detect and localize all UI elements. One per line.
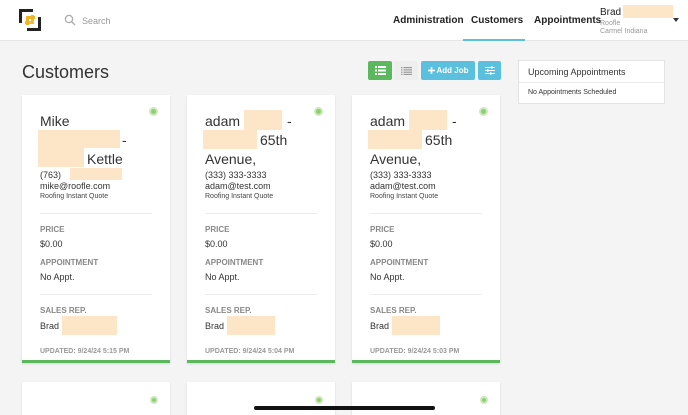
customer-address-line: Kettle — [87, 151, 123, 167]
roofle-logo[interactable] — [17, 7, 43, 33]
nav-administration[interactable]: Administration — [393, 15, 464, 26]
status-dot-icon — [480, 396, 488, 404]
grid-view-button[interactable] — [368, 61, 392, 80]
status-dot-icon — [479, 107, 488, 116]
user-name[interactable]: Brad — [600, 7, 621, 18]
redacted-rep-surname — [227, 316, 275, 335]
customer-email[interactable]: adam@test.com — [370, 181, 436, 191]
redacted-user-surname — [623, 5, 673, 18]
active-tab-underline — [463, 39, 525, 41]
divider — [519, 82, 664, 83]
user-company: Roofle — [600, 20, 621, 27]
customer-name-first: adam — [370, 113, 406, 129]
lead-source: Roofing Instant Quote — [205, 193, 274, 200]
customer-name-dash: - — [122, 132, 127, 148]
divider — [40, 294, 152, 295]
search-input[interactable] — [82, 13, 222, 28]
customer-card[interactable] — [352, 382, 500, 415]
appointment-value: No Appt. — [40, 272, 75, 282]
status-dot-icon — [149, 107, 158, 116]
price-label: PRICE — [40, 225, 65, 234]
customer-phone: (333) 333-3333 — [370, 170, 432, 180]
search-icon — [64, 14, 76, 26]
redacted-name — [409, 110, 447, 130]
customer-phone: (763) — [40, 170, 62, 180]
customer-name-first: adam — [205, 113, 241, 129]
sales-rep-name: Brad — [205, 321, 225, 331]
user-location: Carmel Indiana — [600, 28, 648, 35]
add-job-button[interactable]: Add Job — [421, 61, 475, 80]
updated-timestamp: UPDATED: 9/24/24 5:04 PM — [205, 348, 295, 355]
list-view-icon — [400, 66, 412, 75]
price-label: PRICE — [370, 225, 395, 234]
customer-card[interactable] — [22, 382, 170, 415]
customer-email[interactable]: mike@roofle.com — [40, 181, 110, 191]
sales-rep-label: SALES REP. — [205, 306, 252, 315]
appointment-label: APPOINTMENT — [40, 258, 99, 267]
redacted-rep-surname — [392, 316, 440, 335]
upcoming-appointments-title: Upcoming Appointments — [528, 67, 626, 77]
customer-card[interactable]: Mike - Kettle (763) mike@roofle.com Roof… — [22, 95, 170, 363]
redacted-address — [203, 130, 257, 149]
nav-customers[interactable]: Customers — [471, 15, 523, 26]
customer-address-street: 65th — [425, 132, 453, 148]
lead-source: Roofing Instant Quote — [40, 193, 109, 200]
customer-phone: (333) 333-3333 — [205, 170, 267, 180]
redacted-name — [244, 110, 282, 130]
sales-rep-label: SALES REP. — [370, 306, 417, 315]
customer-email[interactable]: adam@test.com — [205, 181, 271, 191]
customer-address-street: 65th — [260, 132, 288, 148]
price-label: PRICE — [205, 225, 230, 234]
top-bar: Administration Customers Appointments Br… — [0, 0, 688, 41]
customer-name-dash: - — [452, 113, 457, 129]
price-value: $0.00 — [205, 239, 228, 249]
customer-name-dash: - — [287, 113, 292, 129]
sales-rep-name: Brad — [40, 321, 60, 331]
status-dot-icon — [150, 396, 158, 404]
add-job-label: Add Job — [436, 66, 469, 75]
list-view-button[interactable] — [394, 61, 418, 80]
divider — [40, 213, 152, 214]
upcoming-appointments-panel: Upcoming Appointments No Appointments Sc… — [518, 60, 665, 104]
customer-address-line: Avenue, — [370, 151, 422, 167]
redacted-address — [38, 148, 84, 167]
divider — [370, 294, 482, 295]
customer-address-line: Avenue, — [205, 151, 257, 167]
appointment-value: No Appt. — [205, 272, 240, 282]
price-value: $0.00 — [370, 239, 393, 249]
no-appointments-message: No Appointments Scheduled — [528, 89, 617, 96]
redacted-name — [38, 130, 120, 148]
customer-card[interactable] — [187, 382, 335, 415]
sales-rep-name: Brad — [370, 321, 390, 331]
customer-name-first: Mike — [40, 113, 70, 129]
filter-button[interactable] — [478, 61, 501, 80]
redacted-address — [368, 130, 422, 149]
divider — [205, 294, 317, 295]
grid-view-icon — [374, 66, 386, 75]
status-dot-icon — [315, 396, 323, 404]
updated-timestamp: UPDATED: 9/24/24 5:15 PM — [40, 348, 130, 355]
home-indicator[interactable] — [254, 406, 435, 410]
divider — [370, 213, 482, 214]
redacted-rep-surname — [62, 316, 117, 335]
redacted-phone — [70, 168, 122, 180]
nav-appointments[interactable]: Appointments — [534, 15, 601, 26]
customer-card[interactable]: adam - 65th Avenue, (333) 333-3333 adam@… — [352, 95, 500, 363]
status-dot-icon — [314, 107, 323, 116]
lead-source: Roofing Instant Quote — [370, 193, 439, 200]
divider — [205, 213, 317, 214]
sales-rep-label: SALES REP. — [40, 306, 87, 315]
appointment-label: APPOINTMENT — [205, 258, 264, 267]
appointment-label: APPOINTMENT — [370, 258, 429, 267]
plus-icon — [427, 67, 435, 74]
page-title: Customers — [22, 62, 110, 82]
updated-timestamp: UPDATED: 9/24/24 5:03 PM — [370, 348, 460, 355]
user-menu-caret-icon[interactable] — [673, 18, 679, 22]
sliders-icon — [484, 66, 495, 75]
appointment-value: No Appt. — [370, 272, 405, 282]
price-value: $0.00 — [40, 239, 63, 249]
customer-card[interactable]: adam - 65th Avenue, (333) 333-3333 adam@… — [187, 95, 335, 363]
